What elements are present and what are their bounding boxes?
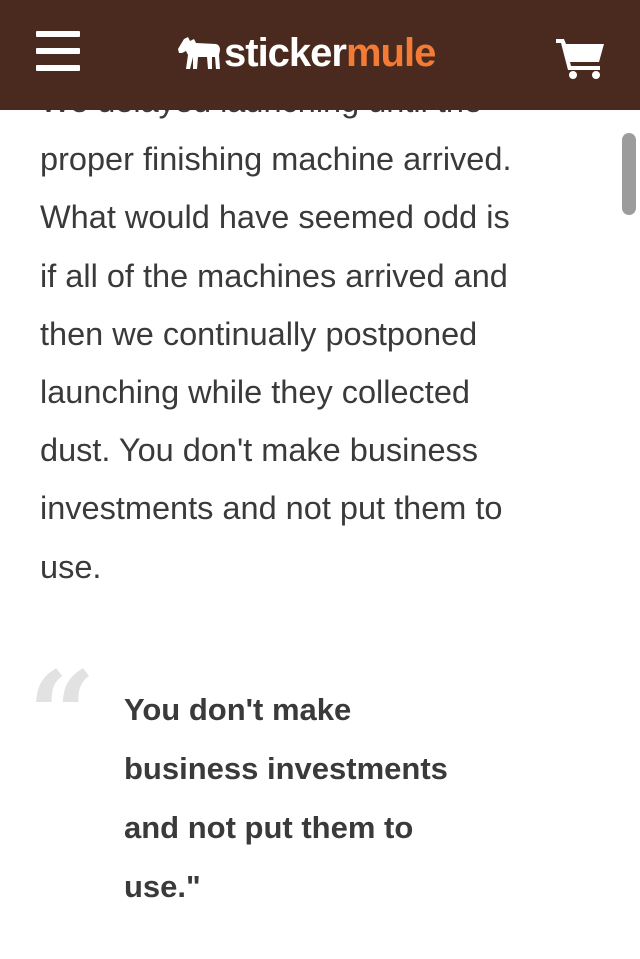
pullquote-line: and not put them to — [124, 810, 414, 845]
article-line: proper finishing machine arrived. — [40, 141, 512, 178]
cart-glyph — [556, 39, 604, 79]
article-body: We delayed launching until the proper fi… — [40, 72, 600, 596]
quote-mark-icon: “ — [28, 645, 96, 784]
pullquote-line: business investments — [124, 751, 448, 786]
logo-text-sticker: sticker — [224, 31, 347, 75]
hamburger-menu-icon[interactable] — [36, 31, 82, 73]
article-line: if all of the machines arrived and — [40, 257, 508, 294]
article-line: launching while they collected — [40, 374, 470, 411]
pullquote-line: You don't make — [124, 692, 352, 727]
article-line: What would have seemed odd is — [40, 199, 510, 236]
article-line: use. — [40, 548, 102, 585]
sticker-mule-logo[interactable]: stickermule — [176, 28, 436, 78]
logo-text-mule: mule — [345, 31, 436, 75]
page: We delayed launching until the proper fi… — [0, 0, 640, 959]
article-line: dust. You don't make business — [40, 432, 479, 469]
site-header: stickermule — [0, 0, 640, 110]
shopping-cart-icon[interactable] — [554, 36, 606, 80]
logo-wordmark: stickermule — [224, 28, 436, 78]
pullquote: You don't make business investments and … — [124, 680, 544, 916]
mule-logo-icon — [178, 37, 220, 69]
article-line: investments and not put them to — [40, 490, 503, 527]
scrollbar[interactable] — [622, 133, 636, 215]
pullquote-line: use." — [124, 869, 201, 904]
article-line: then we continually postponed — [40, 315, 478, 352]
